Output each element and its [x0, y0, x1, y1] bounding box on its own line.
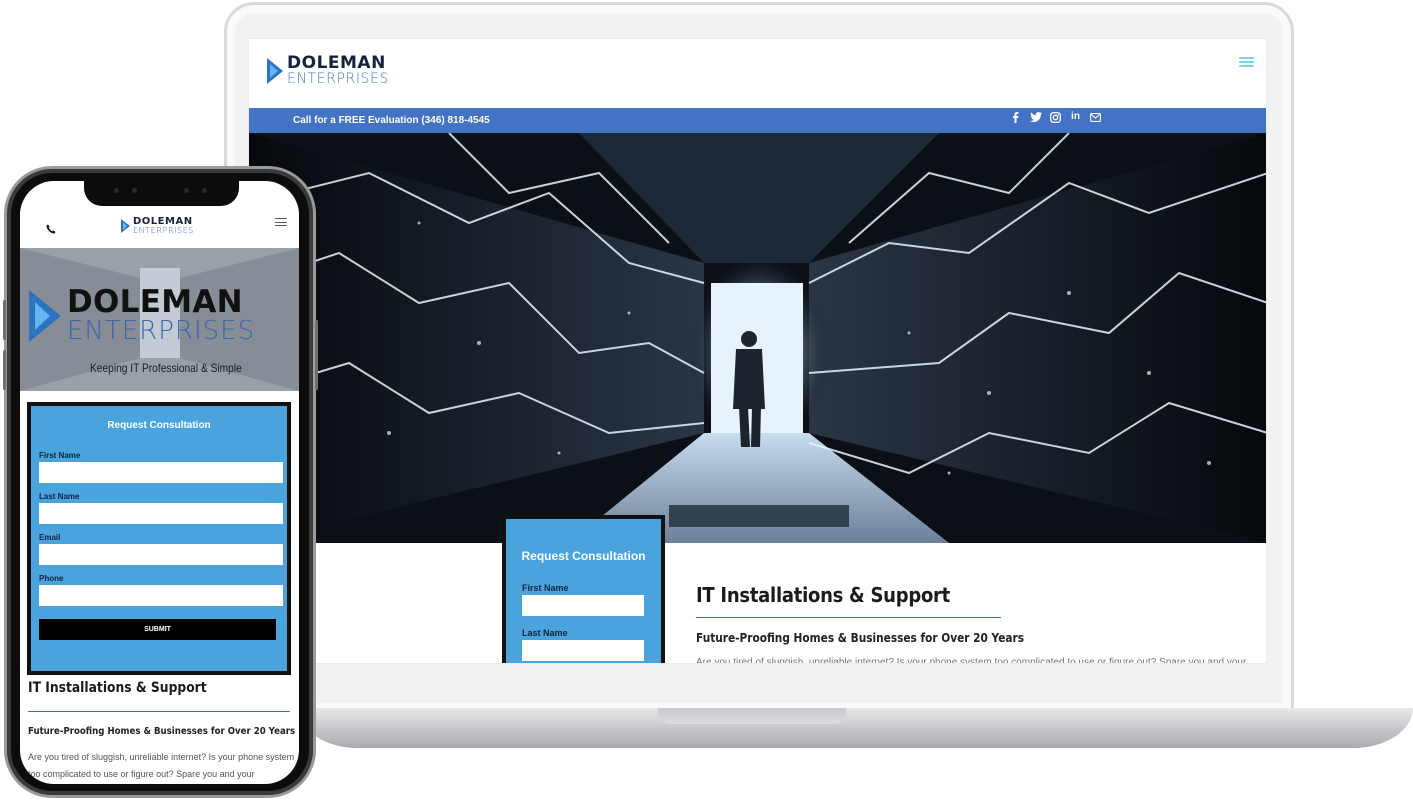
facebook-icon[interactable]: [1009, 110, 1022, 124]
email-icon[interactable]: [1089, 110, 1102, 124]
phone-call-icon[interactable]: [46, 223, 56, 237]
form-title: Request Consultation: [521, 549, 646, 563]
banner-logo-name: DOLEMAN: [67, 284, 243, 320]
email-label: Email: [39, 533, 61, 542]
logo-mark-icon: [121, 219, 131, 233]
logo-mark-icon: [29, 289, 65, 342]
mobile-logo[interactable]: DOLEMAN ENTERPRISES: [121, 217, 194, 235]
section-subtitle: Future-Proofing Homes & Businesses for O…: [696, 631, 1024, 645]
laptop-opening-notch: [658, 708, 846, 724]
phone-side-button: [3, 350, 6, 390]
section-body-text: Are you tired of sluggish, unreliable in…: [28, 752, 295, 779]
logo-mark-icon: [267, 57, 285, 84]
banner-logo-subtitle: ENTERPRISES: [67, 316, 256, 346]
title-divider: [28, 711, 290, 712]
title-divider: [696, 617, 1001, 618]
section-title: IT Installations & Support: [696, 583, 950, 607]
desktop-menu-icon[interactable]: [1239, 57, 1254, 67]
phone-side-button: [3, 300, 6, 340]
section-subtitle: Future-Proofing Homes & Businesses for O…: [28, 726, 296, 737]
first-name-label: First Name: [522, 583, 569, 593]
banner-logo: DOLEMAN ENTERPRISES: [29, 287, 255, 344]
desktop-top-bar: Call for a FREE Evaluation (346) 818-454…: [249, 108, 1266, 133]
logo-subtitle: ENTERPRISES: [133, 226, 195, 235]
first-name-input[interactable]: [39, 462, 283, 483]
desktop-header: DOLEMAN ENTERPRISES: [249, 39, 1266, 108]
phone-input[interactable]: [39, 585, 283, 606]
mobile-consultation-form: Request Consultation First Name Last Nam…: [27, 402, 291, 675]
submit-button[interactable]: SUBMIT: [39, 619, 276, 640]
mobile-menu-icon[interactable]: [275, 218, 287, 226]
last-name-label: Last Name: [522, 628, 568, 638]
last-name-input[interactable]: [39, 503, 283, 524]
first-name-input[interactable]: [522, 595, 644, 616]
phone-power-button: [315, 320, 318, 390]
last-name-input[interactable]: [522, 640, 644, 661]
instagram-icon[interactable]: [1049, 110, 1062, 124]
mobile-website-view: DOLEMAN ENTERPRISES DOLEMAN ENTERPRISES …: [20, 181, 299, 784]
phone-label: Phone: [39, 574, 64, 583]
brand-tagline: Keeping IT Professional & Simple: [90, 361, 242, 375]
logo-name: DOLEMAN: [287, 53, 386, 73]
phone-notch: [84, 181, 239, 206]
form-title: Request Consultation: [107, 420, 211, 431]
linkedin-icon[interactable]: in: [1069, 110, 1082, 124]
evaluation-phone-link[interactable]: Call for a FREE Evaluation (346) 818-454…: [293, 115, 490, 126]
hero-server-room-image: [249, 133, 1266, 543]
desktop-logo[interactable]: DOLEMAN ENTERPRISES: [267, 55, 389, 86]
desktop-website-view: DOLEMAN ENTERPRISES Call for a FREE Eval…: [248, 38, 1267, 664]
first-name-label: First Name: [39, 451, 81, 460]
section-body-text: Are you tired of sluggish, unreliable in…: [696, 657, 1247, 664]
email-input[interactable]: [39, 544, 283, 565]
twitter-icon[interactable]: [1029, 110, 1042, 124]
section-title: IT Installations & Support: [28, 680, 207, 696]
desktop-consultation-form: Request Consultation First Name Last Nam…: [502, 515, 665, 663]
logo-subtitle: ENTERPRISES: [287, 71, 389, 87]
social-links: in: [1009, 110, 1102, 124]
laptop-base: [298, 708, 1413, 748]
mobile-header: DOLEMAN ENTERPRISES: [20, 203, 299, 248]
last-name-label: Last Name: [39, 492, 80, 501]
